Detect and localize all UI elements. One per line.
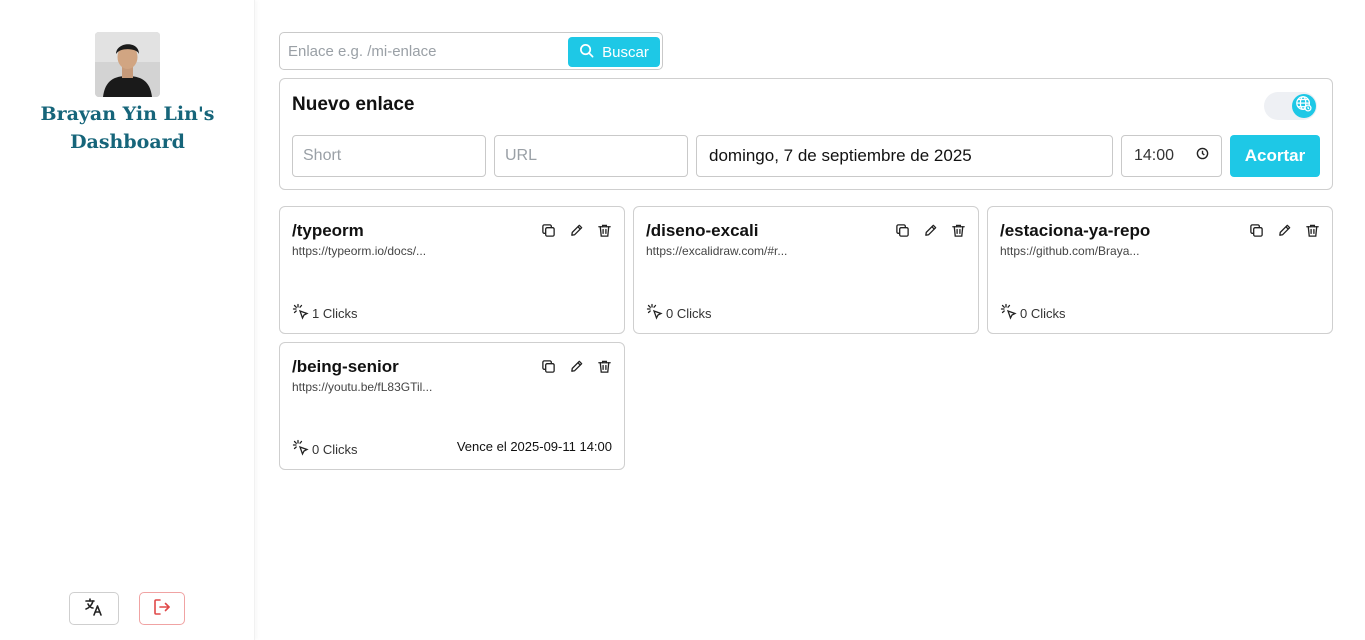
click-count: 0 Clicks	[646, 303, 712, 324]
globe-icon	[1295, 95, 1313, 118]
delete-icon[interactable]	[596, 222, 612, 238]
copy-icon[interactable]	[1248, 222, 1264, 238]
expiry-time-value: 14:00	[1134, 147, 1175, 164]
click-count-label: 0 Clicks	[666, 306, 712, 321]
logout-icon	[152, 597, 172, 620]
search-button[interactable]: Buscar	[568, 37, 660, 67]
sidebar: Brayan Yin Lin's Dashboard	[0, 0, 255, 640]
expiry-date-picker[interactable]: domingo, 7 de septiembre de 2025	[696, 135, 1113, 177]
edit-icon[interactable]	[1276, 222, 1292, 238]
click-count: 0 Clicks	[292, 439, 358, 460]
shorten-button[interactable]: Acortar	[1230, 135, 1320, 177]
link-url: https://github.com/Braya...	[1000, 244, 1140, 258]
new-link-panel: Nuevo enlace domingo, 7 de septiembre de…	[279, 78, 1333, 190]
cursor-click-icon	[646, 303, 664, 324]
short-input[interactable]	[292, 135, 486, 177]
search-bar: Buscar	[279, 32, 663, 70]
click-count-label: 0 Clicks	[1020, 306, 1066, 321]
new-link-title: Nuevo enlace	[292, 94, 415, 115]
expiry-time-picker[interactable]: 14:00	[1121, 135, 1222, 177]
card-actions	[1248, 222, 1320, 238]
logout-button[interactable]	[139, 592, 185, 625]
edit-icon[interactable]	[568, 222, 584, 238]
card-actions	[540, 358, 612, 374]
edit-icon[interactable]	[568, 358, 584, 374]
delete-icon[interactable]	[1304, 222, 1320, 238]
clock-icon	[1196, 147, 1209, 165]
click-count-label: 1 Clicks	[312, 306, 358, 321]
cursor-click-icon	[1000, 303, 1018, 324]
link-url: https://typeorm.io/docs/...	[292, 244, 427, 258]
edit-icon[interactable]	[922, 222, 938, 238]
link-slug: /typeorm	[292, 221, 364, 240]
avatar	[95, 32, 160, 97]
card-actions	[894, 222, 966, 238]
link-card: /typeorm https://typeorm.io/docs/... 1 C…	[279, 206, 625, 334]
translate-icon	[84, 597, 104, 620]
card-actions	[540, 222, 612, 238]
delete-icon[interactable]	[596, 358, 612, 374]
search-button-label: Buscar	[602, 43, 649, 61]
expiry-label: Vence el 2025-09-11 14:00	[456, 439, 612, 454]
link-url: https://excalidraw.com/#r...	[646, 244, 788, 258]
click-count: 1 Clicks	[292, 303, 358, 324]
copy-icon[interactable]	[540, 358, 556, 374]
link-slug: /estaciona-ya-repo	[1000, 221, 1151, 240]
link-url: https://youtu.be/fL83GTil...	[292, 380, 433, 394]
search-input[interactable]	[288, 38, 568, 64]
link-card: /being-senior https://youtu.be/fL83GTil.…	[279, 342, 625, 470]
cursor-click-icon	[292, 303, 310, 324]
link-slug: /being-senior	[292, 357, 399, 376]
copy-icon[interactable]	[894, 222, 910, 238]
url-input[interactable]	[494, 135, 688, 177]
search-icon	[579, 43, 594, 62]
link-card: /estaciona-ya-repo https://github.com/Br…	[987, 206, 1333, 334]
copy-icon[interactable]	[540, 222, 556, 238]
toggle-knob	[1292, 94, 1316, 118]
expiry-date-value: domingo, 7 de septiembre de 2025	[709, 146, 972, 165]
cursor-click-icon	[292, 439, 310, 460]
link-slug: /diseno-excali	[646, 221, 759, 240]
click-count: 0 Clicks	[1000, 303, 1066, 324]
language-button[interactable]	[69, 592, 119, 625]
public-toggle[interactable]	[1264, 92, 1317, 120]
dashboard-title: Brayan Yin Lin's Dashboard	[40, 103, 215, 153]
delete-icon[interactable]	[950, 222, 966, 238]
link-card: /diseno-excali https://excalidraw.com/#r…	[633, 206, 979, 334]
click-count-label: 0 Clicks	[312, 442, 358, 457]
